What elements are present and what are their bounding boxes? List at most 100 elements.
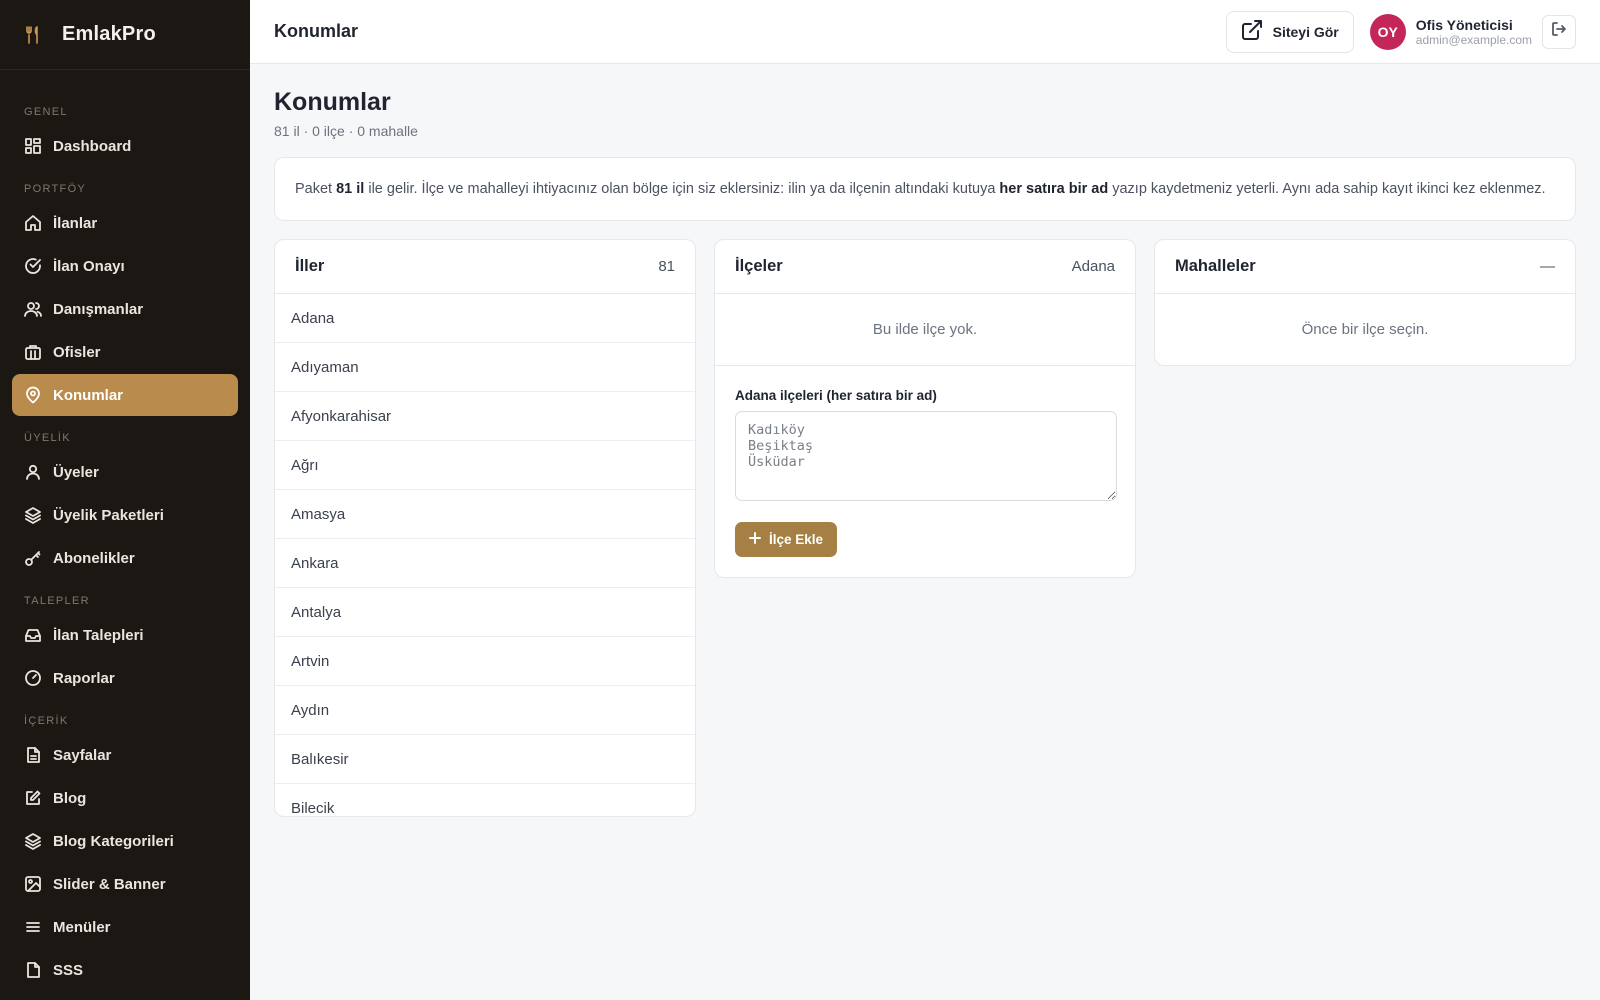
sidebar-item-label: Üyeler: [53, 463, 99, 481]
provinces-count: 81: [658, 258, 675, 275]
page-subtitle: 81 il · 0 ilçe · 0 mahalle: [274, 123, 418, 139]
grid-icon: [24, 137, 42, 155]
provinces-title: İller: [295, 257, 325, 275]
info-text: ile gelir. İlçe ve mahalleyi ihtiyacınız…: [364, 181, 1000, 197]
sidebar-item-blog-kategorileri[interactable]: Blog Kategorileri: [12, 820, 238, 862]
list-item[interactable]: Antalya: [275, 588, 695, 637]
sidebar-item-ofisler[interactable]: Ofisler: [12, 331, 238, 373]
user-name: Ofis Yöneticisi: [1415, 16, 1513, 33]
sidebar-item-label: İlan Onayı: [53, 257, 125, 275]
logout-icon: [1551, 21, 1567, 42]
sidebar: EmlakPro GENEL Dashboard PORTFÖY İlanlar…: [0, 0, 250, 1000]
districts-title: İlçeler: [735, 257, 783, 275]
nav-section-label: GENEL: [24, 106, 68, 118]
sidebar-item-abonelikler[interactable]: Abonelikler: [12, 537, 238, 579]
info-bold-hint: her satıra bir ad: [999, 181, 1109, 197]
sidebar-item-ilanlar[interactable]: İlanlar: [12, 202, 238, 244]
add-district-label: İlçe Ekle: [769, 532, 824, 547]
sidebar-item-slider-banner[interactable]: Slider & Banner: [12, 863, 238, 905]
main-content: Konumlar 81 il · 0 ilçe · 0 mahalle Pake…: [274, 64, 1576, 817]
sidebar-item-label: Dashboard: [53, 137, 132, 155]
key-icon: [24, 549, 42, 567]
sidebar-item-label: Abonelikler: [53, 549, 135, 567]
list-item[interactable]: Ankara: [275, 539, 695, 588]
sidebar-item-menuler[interactable]: Menüler: [12, 906, 238, 948]
sidebar-item-label: Menüler: [53, 918, 111, 936]
sidebar-item-blog[interactable]: Blog: [12, 777, 238, 819]
sidebar-item-dashboard[interactable]: Dashboard: [12, 125, 238, 167]
topbar-title: Konumlar: [274, 21, 359, 41]
list-item[interactable]: Afyonkarahisar: [275, 392, 695, 441]
sidebar-item-uyeler[interactable]: Üyeler: [12, 451, 238, 493]
logout-button[interactable]: [1542, 14, 1576, 49]
sidebar-item-ilan-talepleri[interactable]: İlan Talepleri: [12, 614, 238, 656]
external-link-icon: [1241, 19, 1263, 44]
districts-textarea[interactable]: [735, 411, 1117, 501]
nav-section-label: ÜYELİK: [24, 432, 71, 444]
add-districts-form: Adana ilçeleri (her satıra bir ad) İlçe …: [715, 365, 1135, 577]
provinces-list[interactable]: Adana Adıyaman Afyonkarahisar Ağrı Amasy…: [275, 294, 695, 816]
layers-icon: [24, 832, 42, 850]
view-site-button[interactable]: Siteyi Gör: [1225, 10, 1354, 53]
sidebar-item-label: Blog Kategorileri: [53, 832, 174, 850]
nav-section-label: PORTFÖY: [24, 183, 87, 195]
info-bold-count: 81 il: [336, 181, 365, 197]
sidebar-item-label: Danışmanlar: [53, 300, 144, 318]
brand[interactable]: EmlakPro: [0, 0, 250, 70]
sidebar-item-sayfalar[interactable]: Sayfalar: [12, 734, 238, 776]
neighborhoods-title: Mahalleler: [1175, 257, 1256, 275]
page-title: Konumlar: [274, 88, 391, 116]
sidebar-item-label: İlanlar: [53, 214, 98, 232]
sidebar-item-raporlar[interactable]: Raporlar: [12, 657, 238, 699]
menu-icon: [24, 918, 42, 936]
sidebar-item-label: Raporlar: [53, 669, 115, 687]
list-item[interactable]: Adana: [275, 294, 695, 343]
districts-input-label: Adana ilçeleri (her satıra bir ad): [735, 388, 937, 403]
add-district-button[interactable]: İlçe Ekle: [735, 522, 838, 557]
districts-header: İlçeler Adana: [715, 240, 1135, 294]
neighborhoods-selected-district: —: [1540, 258, 1555, 275]
sidebar-item-label: Blog: [53, 789, 87, 807]
list-item[interactable]: Ağrı: [275, 441, 695, 490]
list-item[interactable]: Amasya: [275, 490, 695, 539]
sidebar-item-danismanlar[interactable]: Danışmanlar: [12, 288, 238, 330]
file-icon: [24, 746, 42, 764]
list-item[interactable]: Adıyaman: [275, 343, 695, 392]
info-card: Paket 81 il ile gelir. İlçe ve mahalleyi…: [274, 157, 1576, 221]
info-text: Paket: [295, 181, 337, 197]
sidebar-item-label: Slider & Banner: [53, 875, 166, 893]
neighborhoods-header: Mahalleler —: [1155, 240, 1575, 294]
neighborhoods-empty-message: Önce bir ilçe seçin.: [1301, 321, 1429, 338]
briefcase-icon: [24, 343, 42, 361]
sidebar-item-ilan-onayi[interactable]: İlan Onayı: [12, 245, 238, 287]
sidebar-nav: GENEL Dashboard PORTFÖY İlanlar İlan Ona…: [0, 70, 250, 991]
check-circle-icon: [24, 257, 42, 275]
districts-empty-message: Bu ilde ilçe yok.: [872, 321, 978, 338]
map-pin-icon: [24, 386, 42, 404]
brand-name: EmlakPro: [62, 23, 156, 45]
topbar: Konumlar Siteyi Gör OY Ofis Yöneticisi a…: [250, 0, 1600, 64]
home-icon: [24, 214, 42, 232]
list-item[interactable]: Balıkesir: [275, 735, 695, 784]
districts-panel: İlçeler Adana Bu ilde ilçe yok. Adana il…: [714, 239, 1136, 578]
view-site-label: Siteyi Gör: [1272, 23, 1339, 40]
info-text: yazıp kaydetmeniz yeterli. Aynı ada sahi…: [1108, 181, 1546, 197]
sidebar-item-label: Konumlar: [53, 386, 124, 404]
sidebar-item-sss[interactable]: SSS: [12, 949, 238, 991]
neighborhoods-panel: Mahalleler — Önce bir ilçe seçin.: [1154, 239, 1576, 366]
avatar[interactable]: OY: [1369, 13, 1406, 50]
sidebar-item-label: Ofisler: [53, 343, 101, 361]
image-icon: [24, 875, 42, 893]
list-item[interactable]: Aydın: [275, 686, 695, 735]
layers-icon: [24, 506, 42, 524]
sidebar-item-uyelik-paketleri[interactable]: Üyelik Paketleri: [12, 494, 238, 536]
sidebar-item-label: SSS: [53, 961, 84, 979]
sidebar-item-label: İlan Talepleri: [53, 626, 144, 644]
plus-icon: [749, 532, 761, 547]
sidebar-item-konumlar[interactable]: Konumlar: [12, 374, 238, 416]
list-item[interactable]: Artvin: [275, 637, 695, 686]
inbox-icon: [24, 626, 42, 644]
list-item[interactable]: Bilecik: [275, 784, 695, 817]
users-icon: [24, 300, 42, 318]
location-columns: İller 81 Adana Adıyaman Afyonkarahisar A…: [274, 239, 1576, 817]
